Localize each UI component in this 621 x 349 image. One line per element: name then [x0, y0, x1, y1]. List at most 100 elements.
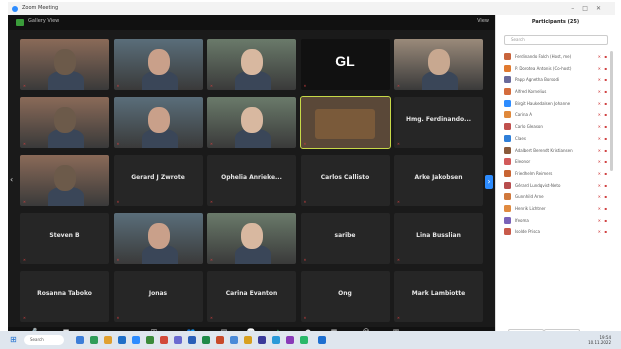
taskbar-search-input[interactable]: Search [24, 335, 64, 345]
task-view-icon[interactable] [76, 336, 84, 344]
participant-list-item[interactable]: Friedhelm Reimers ✕ ▪ [502, 168, 610, 180]
view-button[interactable]: View [477, 18, 489, 24]
shield-icon[interactable] [16, 19, 24, 26]
muted-icons[interactable]: ✕ ▪ [598, 159, 608, 164]
participant-list-item[interactable]: Gérard Lundqvist-Neto ✕ ▪ [502, 180, 610, 192]
participant-list-item[interactable]: Gunnhild Arne ✕ ▪ [502, 191, 610, 203]
participant-tile[interactable]: Steven B ✕ [20, 213, 109, 264]
participant-list-name: Alfred Kornelius [515, 89, 547, 95]
participant-tile[interactable]: ✕ [113, 97, 203, 148]
participant-list-item[interactable]: P. Dorotea Antonis (Co-host) ✕ ▪ [502, 63, 610, 75]
participant-tile[interactable]: Lina Busslian ✕ [394, 213, 483, 264]
app-icon[interactable] [174, 336, 182, 344]
participant-list-name: Claes [515, 135, 526, 141]
participant-tile[interactable]: Carlos Callisto ✕ [300, 155, 390, 206]
app-icon[interactable] [318, 336, 326, 344]
muted-icons[interactable]: ✕ ▪ [598, 148, 608, 153]
windows-start-icon[interactable]: ⊞ [10, 336, 18, 344]
muted-icons[interactable]: ✕ ▪ [598, 183, 608, 188]
powerpoint-icon[interactable] [216, 336, 224, 344]
muted-icons[interactable]: ✕ ▪ [598, 66, 608, 71]
muted-icons[interactable]: ✕ ▪ [598, 77, 608, 82]
participant-tile[interactable]: Gerard J Zwrote ✕ [113, 155, 203, 206]
participant-list-item[interactable]: Ifeoma ✕ ▪ [502, 215, 610, 227]
participant-name: Arke Jakobsen [414, 174, 463, 181]
system-tray-clock[interactable]: 19:54 10.11.2022 [588, 335, 611, 345]
participant-tile[interactable]: saribe ✕ [300, 213, 390, 264]
participant-list-name: Ifeoma [515, 217, 529, 223]
participants-search-input[interactable]: Search [504, 35, 608, 45]
participant-tile[interactable]: ✕ [20, 155, 109, 206]
participant-list-item[interactable]: Eleonor ✕ ▪ [502, 156, 610, 168]
participant-list-item[interactable]: Ferdinando Falch (Host, me) ✕ ▪ [502, 51, 610, 63]
muted-microphone-icon: ✕ [23, 316, 26, 320]
participant-tile[interactable]: ✕ [113, 39, 203, 90]
participant-tile[interactable]: ✕ [299, 96, 391, 149]
participant-tile[interactable]: Mark Lambiotte ✕ [394, 271, 483, 322]
avatar [504, 134, 511, 142]
participant-tile[interactable]: Arke Jakobsen ✕ [394, 155, 483, 206]
app-icon[interactable] [244, 336, 252, 344]
participant-name: Ophelia Anrieke... [221, 174, 282, 181]
muted-microphone-icon: ✕ [397, 200, 400, 204]
word-icon[interactable] [188, 336, 196, 344]
next-page-arrow-icon[interactable]: › [485, 175, 493, 189]
participant-tile[interactable]: ✕ [394, 39, 483, 90]
muted-icons[interactable]: ✕ ▪ [598, 112, 608, 117]
muted-icons[interactable]: ✕ ▪ [598, 136, 608, 141]
app-icon[interactable] [230, 336, 238, 344]
participants-scrollbar[interactable] [610, 51, 613, 171]
participant-list-item[interactable]: Henrik Lichtner ✕ ▪ [502, 203, 610, 215]
muted-icons[interactable]: ✕ ▪ [598, 206, 608, 211]
participant-tile[interactable]: ✕ [207, 97, 296, 148]
participant-list-item[interactable]: Birgit Haukedalsen Johanne ✕ ▪ [502, 98, 610, 110]
muted-icons[interactable]: ✕ ▪ [598, 229, 608, 234]
participant-name: Carina Evanton [225, 290, 278, 297]
muted-icons[interactable]: ✕ ▪ [598, 218, 608, 223]
participant-list-item[interactable]: Adalbert Berendt Kristiansen ✕ ▪ [502, 145, 610, 157]
participant-tile[interactable]: ✕ [20, 97, 109, 148]
participant-tile[interactable]: Rosanna Taboko ✕ [20, 271, 109, 322]
muted-icons[interactable]: ✕ ▪ [598, 101, 608, 106]
participant-list-name: P. Dorotea Antonis (Co-host) [515, 65, 572, 71]
app-icon[interactable] [146, 336, 154, 344]
zoom-app-icon[interactable] [132, 336, 140, 344]
participant-list-item[interactable]: Alfred Kornelius ✕ ▪ [502, 86, 610, 98]
app-icon[interactable] [272, 336, 280, 344]
prev-page-arrow-icon[interactable]: ‹ [10, 175, 18, 189]
participant-list-item[interactable]: Claes ✕ ▪ [502, 133, 610, 145]
muted-icons[interactable]: ✕ ▪ [598, 54, 608, 59]
file-explorer-icon[interactable] [104, 336, 112, 344]
zoom-logo-icon [12, 6, 18, 12]
excel-icon[interactable] [202, 336, 210, 344]
app-icon[interactable] [286, 336, 294, 344]
participant-tile[interactable]: ✕ [207, 39, 296, 90]
participant-tile[interactable]: ✕ [207, 213, 296, 264]
avatar [504, 204, 511, 212]
app-icon[interactable] [90, 336, 98, 344]
app-icon[interactable] [160, 336, 168, 344]
app-icon[interactable] [300, 336, 308, 344]
muted-icons[interactable]: ✕ ▪ [598, 89, 608, 94]
participant-list-item[interactable]: Papp Agnetha Borsodi ✕ ▪ [502, 74, 610, 86]
muted-icons[interactable]: ✕ ▪ [598, 171, 608, 176]
muted-icons[interactable]: ✕ ▪ [598, 124, 608, 129]
app-icon[interactable] [258, 336, 266, 344]
participant-tile[interactable]: Ong ✕ [300, 271, 390, 322]
participant-tile[interactable]: Carina Evanton ✕ [207, 271, 296, 322]
window-controls[interactable]: –□✕ [571, 2, 609, 15]
muted-icons[interactable]: ✕ ▪ [598, 194, 608, 199]
participant-tile[interactable]: ✕ [20, 39, 109, 90]
participant-tile[interactable]: ✕ [113, 213, 203, 264]
participant-tile[interactable]: GL ✕ [300, 39, 390, 90]
participant-video-face [54, 49, 76, 75]
participant-tile[interactable]: Hmg. Ferdinando... ✕ [394, 97, 483, 148]
avatar [504, 123, 511, 131]
participant-tile[interactable]: Jonas ✕ [113, 271, 203, 322]
participant-list-item[interactable]: Carina A ✕ ▪ [502, 109, 610, 121]
muted-microphone-icon: ✕ [23, 84, 26, 88]
participant-tile[interactable]: Ophelia Anrieke... ✕ [207, 155, 296, 206]
participant-list-item[interactable]: Carlo Gleason ✕ ▪ [502, 121, 610, 133]
edge-browser-icon[interactable] [118, 336, 126, 344]
participant-list-item[interactable]: Isolde Prisca ✕ ▪ [502, 226, 610, 238]
